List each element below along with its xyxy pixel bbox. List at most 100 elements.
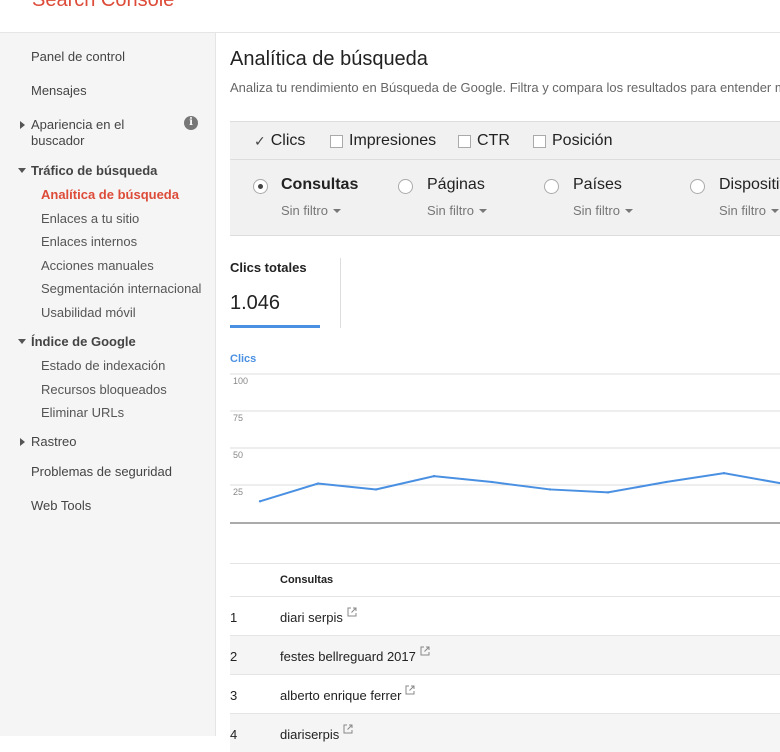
external-link-icon[interactable] xyxy=(347,607,357,617)
sidebar-item-analitica[interactable]: Analítica de búsqueda xyxy=(41,187,179,202)
radio-consultas[interactable] xyxy=(253,179,268,194)
table-row[interactable]: 4 diariserpis xyxy=(230,713,780,752)
y-tick-label: 25 xyxy=(233,487,243,497)
chart-series-label: Clics xyxy=(230,353,257,365)
query-link[interactable]: festes bellreguard 2017 xyxy=(280,646,430,664)
sidebar-item-seguridad[interactable]: Problemas de seguridad xyxy=(31,464,172,480)
external-link-icon[interactable] xyxy=(420,646,430,656)
data-point[interactable] xyxy=(722,471,726,475)
query-link[interactable]: diari serpis xyxy=(280,607,357,625)
filter-dispositivos-dropdown[interactable]: Sin filtro xyxy=(719,203,779,218)
row-number: 1 xyxy=(230,610,238,625)
sidebar-item-usabilidad[interactable]: Usabilidad móvil xyxy=(41,305,136,320)
y-tick-label: 75 xyxy=(233,413,243,423)
expand-arrow-icon[interactable] xyxy=(20,438,25,446)
sidebar-item-apariencia[interactable]: Apariencia en el buscador xyxy=(31,117,124,149)
query-link[interactable]: diariserpis xyxy=(280,724,353,742)
data-point[interactable] xyxy=(606,491,610,494)
table-row[interactable]: 2 festes bellreguard 2017 xyxy=(230,635,780,674)
sidebar-item-eliminar-urls[interactable]: Eliminar URLs xyxy=(41,405,124,420)
metric-posicion-toggle[interactable]: Posición xyxy=(533,132,612,150)
sidebar-item-rastreo[interactable]: Rastreo xyxy=(31,434,77,450)
sidebar-item-label: Apariencia en el xyxy=(31,117,125,132)
sidebar-item-web-tools[interactable]: Web Tools xyxy=(31,498,91,514)
card-divider xyxy=(340,258,341,328)
metric-ctr-toggle[interactable]: CTR xyxy=(458,132,510,150)
metric-label: Clics xyxy=(270,132,306,149)
metric-impresiones-toggle[interactable]: Impresiones xyxy=(330,132,436,150)
sidebar-item-panel[interactable]: Panel de control xyxy=(31,49,125,65)
sidebar-item-enlaces-internos[interactable]: Enlaces internos xyxy=(41,234,137,249)
data-point[interactable] xyxy=(258,500,262,503)
dimension-paginas[interactable]: Páginas xyxy=(427,176,485,194)
sidebar-item-segmentacion[interactable]: Segmentación internacional xyxy=(41,281,201,296)
collapse-arrow-icon[interactable] xyxy=(18,339,26,344)
table-row[interactable]: 1 diari serpis xyxy=(230,596,780,635)
data-point[interactable] xyxy=(664,480,668,484)
sidebar-item-recursos-bloqueados[interactable]: Recursos bloqueados xyxy=(41,382,167,397)
filter-label: Sin filtro xyxy=(573,203,620,218)
radio-paises[interactable] xyxy=(544,179,559,194)
page-subtitle: Analiza tu rendimiento en Búsqueda de Go… xyxy=(230,80,780,95)
checkbox[interactable] xyxy=(330,134,343,148)
sidebar-item-label: buscador xyxy=(31,133,85,148)
total-clicks-value: 1.046 xyxy=(230,292,281,314)
external-link-icon[interactable] xyxy=(343,724,353,734)
query-text: diariserpis xyxy=(280,727,340,742)
chevron-down-icon xyxy=(478,208,487,213)
data-point[interactable] xyxy=(432,474,436,478)
dimension-dispositivos[interactable]: Dispositivos xyxy=(719,176,780,194)
info-icon[interactable]: i xyxy=(184,116,198,130)
metrics-bar: ✓ Clics Impresiones CTR Posición xyxy=(230,121,780,160)
data-point[interactable] xyxy=(316,482,320,485)
row-number: 4 xyxy=(230,727,238,742)
expand-arrow-icon[interactable] xyxy=(20,121,25,129)
checkbox[interactable] xyxy=(458,134,471,148)
sidebar-section-indice[interactable]: Índice de Google xyxy=(31,334,136,349)
filter-paises-dropdown[interactable]: Sin filtro xyxy=(573,203,633,218)
app-title[interactable]: Search Console xyxy=(32,0,174,12)
sidebar-item-mensajes[interactable]: Mensajes xyxy=(31,83,87,99)
dimension-consultas[interactable]: Consultas xyxy=(281,176,358,194)
radio-dispositivos[interactable] xyxy=(690,179,705,194)
sidebar-item-enlaces-sitio[interactable]: Enlaces a tu sitio xyxy=(41,211,139,226)
sidebar-item-acciones-manuales[interactable]: Acciones manuales xyxy=(41,258,154,273)
sidebar: Panel de control Mensajes Apariencia en … xyxy=(0,33,216,736)
checkmark-icon: ✓ xyxy=(254,132,266,149)
total-clicks-label: Clics totales xyxy=(230,260,307,275)
metric-label: Posición xyxy=(552,132,613,149)
query-link[interactable]: alberto enrique ferrer xyxy=(280,685,415,703)
data-point[interactable] xyxy=(374,488,378,491)
chevron-down-icon xyxy=(624,208,633,213)
sidebar-item-estado-indexacion[interactable]: Estado de indexación xyxy=(41,358,165,373)
checkbox[interactable] xyxy=(533,134,546,148)
filter-label: Sin filtro xyxy=(281,203,328,218)
series-line-clics[interactable] xyxy=(259,472,780,503)
query-text: diari serpis xyxy=(280,610,343,625)
page-title: Analítica de búsqueda xyxy=(230,48,428,70)
metric-label: CTR xyxy=(477,132,510,149)
clicks-line-chart: 25 50 75 100 xyxy=(230,373,780,524)
metric-label: Impresiones xyxy=(349,132,437,149)
table-top-divider xyxy=(230,563,780,564)
query-text: festes bellreguard 2017 xyxy=(280,649,416,664)
card-active-indicator xyxy=(230,325,320,328)
radio-paginas[interactable] xyxy=(398,179,413,194)
collapse-arrow-icon[interactable] xyxy=(18,168,26,173)
table-row[interactable]: 3 alberto enrique ferrer xyxy=(230,674,780,713)
row-number: 3 xyxy=(230,688,238,703)
dimension-paises[interactable]: Países xyxy=(573,176,622,194)
y-tick-label: 100 xyxy=(233,376,248,386)
data-point[interactable] xyxy=(548,488,552,491)
y-tick-label: 50 xyxy=(233,450,243,460)
metric-clics-toggle[interactable]: ✓ Clics xyxy=(254,132,305,150)
filter-consultas-dropdown[interactable]: Sin filtro xyxy=(281,203,341,218)
row-number: 2 xyxy=(230,649,238,664)
data-point[interactable] xyxy=(490,480,494,484)
filter-paginas-dropdown[interactable]: Sin filtro xyxy=(427,203,487,218)
dimensions-area: Consultas Sin filtro Páginas Sin filtro … xyxy=(230,160,780,236)
sidebar-section-trafico[interactable]: Tráfico de búsqueda xyxy=(31,163,157,178)
table-header-consultas[interactable]: Consultas xyxy=(280,574,333,586)
filter-label: Sin filtro xyxy=(427,203,474,218)
external-link-icon[interactable] xyxy=(405,685,415,695)
